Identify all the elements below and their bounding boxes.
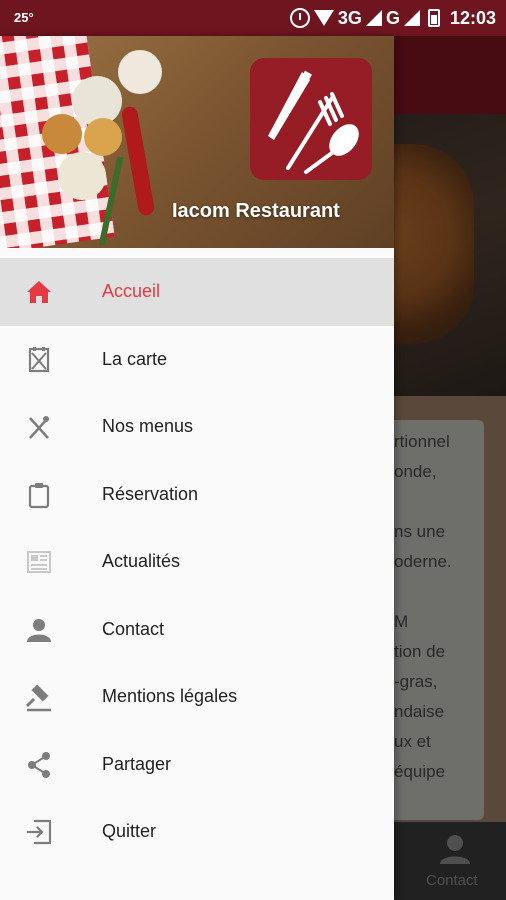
network-3g-label: 3G bbox=[337, 7, 362, 28]
menu-item-label: Actualités bbox=[102, 551, 181, 572]
background-screen: rtionnel onde, ns une oderne. Mtion de -gras,… bbox=[354, 36, 506, 900]
intro-text-line: ns une bbox=[394, 522, 446, 541]
menu-item-contact[interactable]: Contact bbox=[0, 596, 394, 664]
intro-text-line: oderne. bbox=[394, 552, 452, 571]
clock: 12:03 bbox=[449, 7, 496, 28]
menu-item-actualités[interactable]: Actualités bbox=[0, 528, 394, 596]
signal-icon bbox=[365, 10, 382, 26]
intro-text-line: onde, bbox=[394, 462, 437, 481]
mushroom-image bbox=[118, 50, 162, 94]
menu-item-partager[interactable]: Partager bbox=[0, 731, 394, 799]
menu-item-accueil[interactable]: Accueil bbox=[0, 258, 394, 326]
menu-card-icon bbox=[28, 346, 50, 372]
hero-image bbox=[354, 114, 506, 396]
network-g-label: G bbox=[385, 7, 400, 28]
drawer-menu: Accueil La carte Nos menus Réservation Actua… bbox=[0, 258, 394, 866]
intro-text-line: M bbox=[394, 612, 409, 631]
menu-item-label: Nos menus bbox=[102, 416, 194, 437]
intro-card: rtionnel onde, ns une oderne. Mtion de -gras,… bbox=[394, 420, 484, 820]
app-toolbar bbox=[394, 36, 506, 114]
menu-item-label: Quitter bbox=[102, 821, 157, 842]
cutlery-icon bbox=[268, 70, 359, 174]
menu-item-quitter[interactable]: Quitter bbox=[0, 798, 394, 866]
share-icon bbox=[28, 751, 50, 778]
clipboard-icon bbox=[28, 482, 50, 508]
navigation-drawer: Iacom Restaurant Accueil La carte Nos menu… bbox=[0, 36, 394, 900]
status-icons: 3G G 12:03 bbox=[289, 6, 496, 30]
menu-item-label: Réservation bbox=[102, 483, 199, 504]
temperature-indicator: 25° bbox=[14, 10, 34, 25]
drawer-header: Iacom Restaurant bbox=[0, 36, 394, 248]
exit-icon bbox=[27, 819, 52, 845]
menu-item-mentions-légales[interactable]: Mentions légales bbox=[0, 663, 394, 731]
intro-text-line: -gras, bbox=[394, 672, 438, 691]
utensils-icon bbox=[29, 416, 49, 439]
menu-item-la-carte[interactable]: La carte bbox=[0, 326, 394, 394]
newspaper-icon bbox=[27, 551, 51, 573]
status-bar: 25° 3G G 12:03 bbox=[0, 0, 506, 36]
chili-image bbox=[120, 105, 156, 217]
menu-item-nos-menus[interactable]: Nos menus bbox=[0, 393, 394, 461]
alarm-icon bbox=[289, 8, 310, 28]
menu-item-label: Mentions légales bbox=[102, 686, 238, 707]
intro-text-line: équipe bbox=[394, 762, 446, 781]
intro-text-line: ux et bbox=[394, 732, 431, 751]
restaurant-logo bbox=[250, 58, 372, 180]
menu-item-réservation[interactable]: Réservation bbox=[0, 461, 394, 529]
contact-nav-label[interactable]: Contact bbox=[426, 872, 478, 889]
home-icon bbox=[27, 281, 51, 303]
content-area: rtionnel onde, ns une oderne. Mtion de -gras,… bbox=[394, 396, 506, 826]
menu-item-label: Partager bbox=[102, 753, 172, 774]
intro-text-line: tion de bbox=[394, 642, 446, 661]
battery-icon bbox=[427, 9, 440, 27]
intro-text-line: ndaise bbox=[394, 702, 445, 721]
menu-item-label: La carte bbox=[102, 348, 168, 369]
gavel-icon bbox=[25, 684, 51, 712]
menu-item-label: Accueil bbox=[102, 281, 161, 302]
onion-image-2 bbox=[84, 118, 122, 156]
bottom-nav: Contact bbox=[394, 822, 506, 900]
contact-nav-icon[interactable] bbox=[438, 832, 472, 866]
intro-text-line: rtionnel bbox=[394, 432, 450, 451]
app-name: Iacom Restaurant bbox=[172, 200, 340, 222]
menu-item-label: Contact bbox=[102, 618, 165, 639]
signal-icon-2 bbox=[403, 10, 420, 26]
wifi-icon bbox=[313, 10, 334, 26]
person-icon bbox=[27, 618, 51, 642]
onion-image bbox=[42, 114, 82, 154]
garlic-image bbox=[58, 152, 106, 200]
